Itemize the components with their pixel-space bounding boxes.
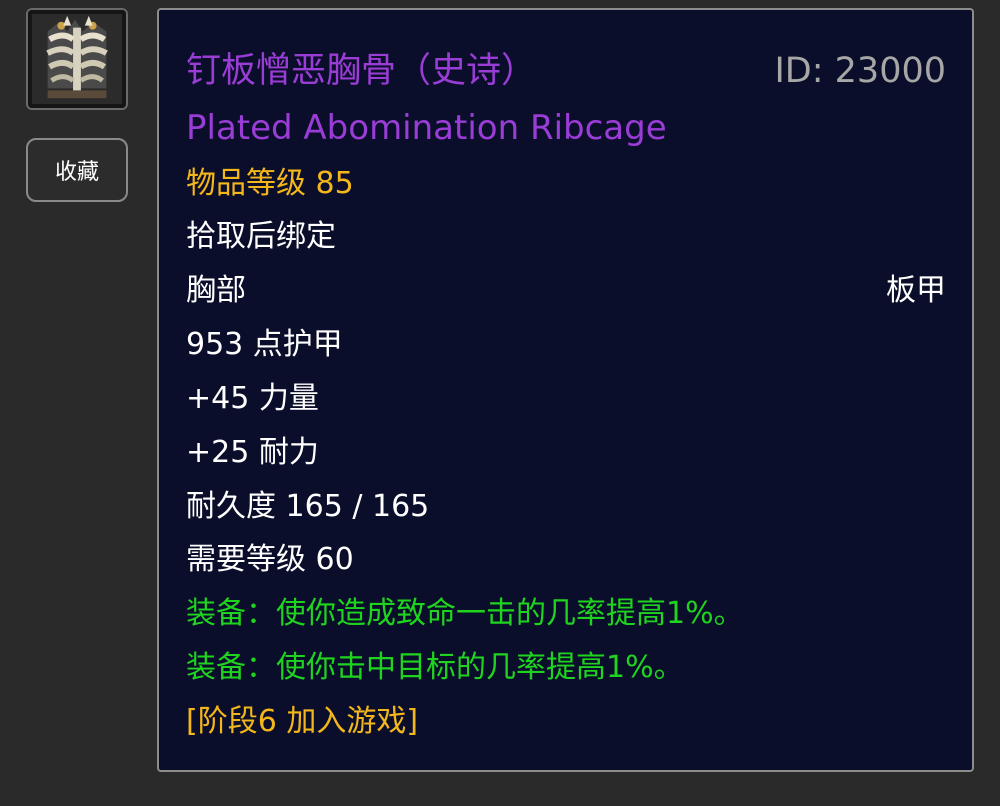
- favorite-button[interactable]: 收藏: [26, 138, 128, 202]
- phase-note: [阶段6 加入游戏]: [186, 704, 419, 739]
- item-name-cn: 钉板憎恶胸骨（史诗）: [186, 51, 537, 91]
- item-level: 物品等级 85: [186, 166, 354, 201]
- durability: 耐久度 165 / 165: [186, 489, 430, 524]
- armor-type: 板甲: [886, 273, 946, 308]
- stat-stamina: +25 耐力: [186, 435, 319, 470]
- item-icon: [26, 8, 128, 110]
- required-level: 需要等级 60: [186, 542, 354, 577]
- bind-type: 拾取后绑定: [186, 219, 336, 254]
- stat-strength: +45 力量: [186, 381, 319, 416]
- item-name-en: Plated Abomination Ribcage: [186, 108, 667, 148]
- equip-effect-hit: 装备：使你击中目标的几率提高1%。: [186, 650, 684, 685]
- item-tooltip: 钉板憎恶胸骨（史诗） ID: 23000 Plated Abomination …: [157, 8, 974, 772]
- favorite-button-label: 收藏: [54, 160, 99, 185]
- plated-ribcage-chest-armor-icon: [28, 10, 126, 108]
- item-tooltip-page: 收藏 钉板憎恶胸骨（史诗） ID: 23000 Plated Abominati…: [0, 0, 1000, 806]
- armor-value: 953 点护甲: [186, 327, 343, 362]
- equip-slot: 胸部: [186, 273, 246, 308]
- item-id: ID: 23000: [774, 51, 946, 91]
- equip-effect-crit: 装备：使你造成致命一击的几率提高1%。: [186, 596, 744, 631]
